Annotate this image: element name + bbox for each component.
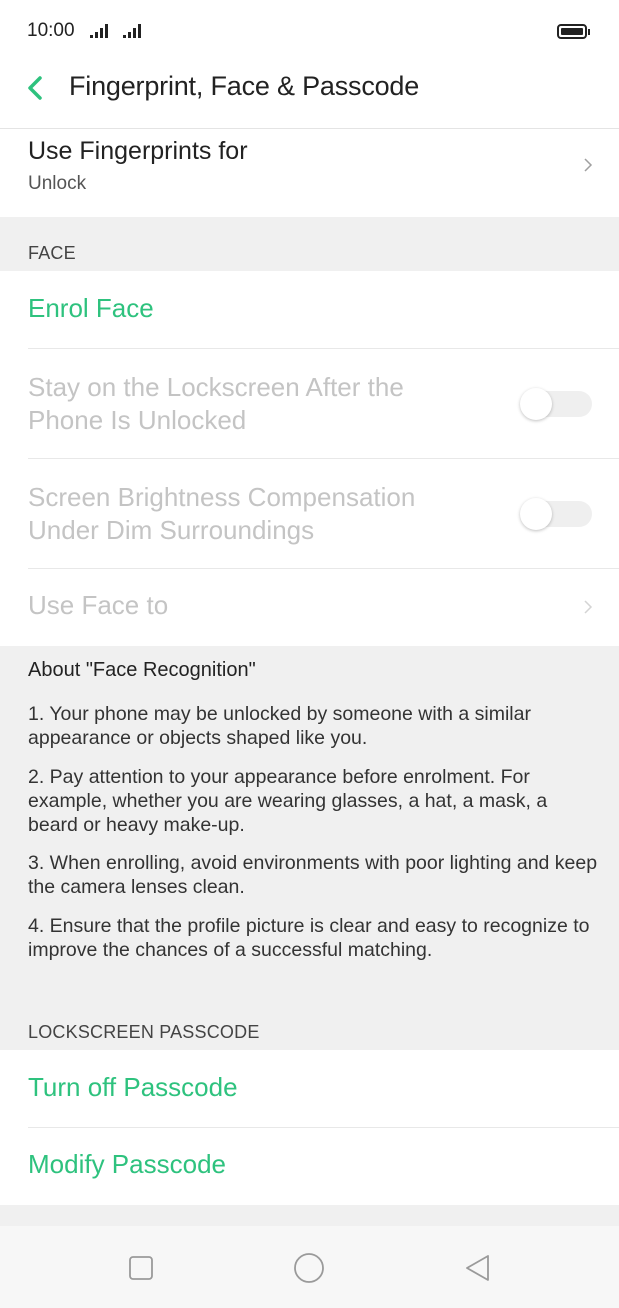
brightness-compensation-label: Screen Brightness Compensation Under Dim…	[28, 482, 416, 545]
section-label-passcode: LOCKSCREEN PASSCODE	[28, 1022, 260, 1042]
back-icon[interactable]	[18, 70, 54, 106]
signal-icon	[123, 24, 141, 38]
nav-bar	[0, 1226, 619, 1308]
status-time: 10:00	[27, 20, 75, 41]
stay-lockscreen-toggle[interactable]	[520, 388, 592, 420]
section-label-face: FACE	[28, 243, 76, 263]
modify-passcode-button[interactable]: Modify Passcode	[28, 1149, 226, 1180]
about-item: 1. Your phone may be unlocked by someone…	[28, 703, 531, 749]
signal-icon	[90, 24, 108, 38]
turn-off-passcode-row[interactable]: Turn off Passcode	[0, 1050, 619, 1128]
square-nav-icon[interactable]	[123, 1250, 159, 1286]
enrol-face-button[interactable]: Enrol Face	[28, 293, 154, 324]
use-face-to-label: Use Face to	[28, 590, 169, 620]
brightness-compensation-row: Screen Brightness Compensation Under Dim…	[0, 459, 619, 569]
page-title: Fingerprint, Face & Passcode	[69, 71, 420, 101]
triangle-nav-icon[interactable]	[460, 1250, 496, 1286]
chevron-right-icon	[584, 158, 593, 172]
enrol-face-row[interactable]: Enrol Face	[0, 271, 619, 349]
modify-passcode-row[interactable]: Modify Passcode	[0, 1128, 619, 1205]
stay-lockscreen-label: Stay on the Lockscreen After the Phone I…	[28, 372, 404, 435]
header: Fingerprint, Face & Passcode	[0, 64, 619, 129]
fingerprint-title: Use Fingerprints for	[28, 137, 248, 165]
circle-nav-icon[interactable]	[291, 1250, 327, 1286]
fingerprint-subtitle: Unlock	[28, 173, 87, 194]
use-face-to-row[interactable]: Use Face to	[0, 569, 619, 646]
stay-lockscreen-row: Stay on the Lockscreen After the Phone I…	[0, 349, 619, 459]
status-bar: 10:00	[0, 0, 619, 64]
fingerprint-row[interactable]: Use Fingerprints for Unlock	[0, 129, 619, 217]
about-item: 2. Pay attention to your appearance befo…	[28, 766, 548, 836]
passcode-settings: Turn off Passcode Modify Passcode	[0, 1050, 619, 1205]
about-title: About "Face Recognition"	[28, 659, 256, 681]
turn-off-passcode-button[interactable]: Turn off Passcode	[28, 1072, 238, 1103]
chevron-right-icon	[584, 600, 593, 614]
face-settings: Enrol Face Stay on the Lockscreen After …	[0, 271, 619, 646]
brightness-compensation-toggle[interactable]	[520, 498, 592, 530]
about-item: 4. Ensure that the profile picture is cl…	[28, 915, 590, 961]
about-item: 3. When enrolling, avoid environments wi…	[28, 852, 598, 898]
battery-icon	[557, 24, 590, 39]
